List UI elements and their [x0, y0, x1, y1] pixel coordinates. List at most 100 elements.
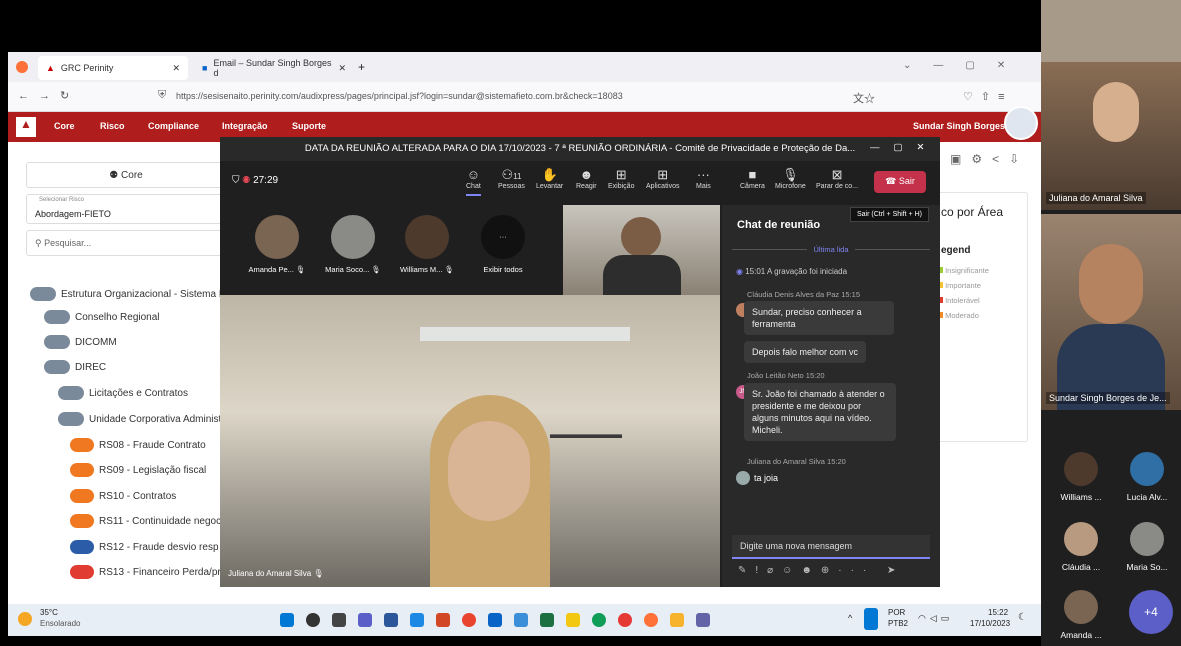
nav-buttons[interactable]: ←→↻ [18, 89, 79, 102]
system-tray-icons[interactable]: ◠◁▭ [918, 613, 953, 624]
participant-thumb[interactable]: Lucia Alv... [1117, 452, 1177, 502]
taskview-icon[interactable] [332, 613, 346, 627]
tree-item[interactable]: Licitações e Contratos [58, 386, 188, 400]
risk-item[interactable]: RS09 - Legislação fiscal [70, 463, 206, 477]
app-icon[interactable] [670, 613, 684, 627]
nav-integracao[interactable]: Integração [222, 121, 268, 131]
react-button[interactable]: ☻ Reagir [576, 167, 597, 190]
risk-item[interactable]: RS11 - Continuidade negoc [70, 514, 221, 528]
app-icon[interactable] [384, 613, 398, 627]
tab-email[interactable]: ■ Email – Sundar Singh Borges d ✕ [194, 56, 354, 80]
language[interactable]: POR [888, 608, 905, 617]
window-controls[interactable]: —▢✕ [870, 142, 938, 153]
teams-icon[interactable] [358, 613, 372, 627]
mic-button[interactable]: 🎙︎ Microfone [775, 167, 806, 190]
show-all-button[interactable]: ··· Exibir todos [468, 215, 538, 274]
nav-core[interactable]: Core [54, 121, 75, 131]
tree-item[interactable]: Unidade Corporativa Administ [58, 412, 221, 426]
risk-item[interactable]: RS10 - Contratos [70, 489, 176, 503]
org-icon: ⚉ [109, 170, 122, 181]
tree-item[interactable]: DIREC [44, 360, 106, 374]
core-button[interactable]: ⚉ Core [26, 162, 226, 188]
camera-button[interactable]: ■ Câmera [740, 167, 765, 190]
speaker-video[interactable] [563, 205, 720, 295]
start-icon[interactable] [280, 613, 294, 627]
close-tab-icon[interactable]: ✕ [338, 63, 346, 74]
user-name[interactable]: Sundar Singh Borges ... [913, 121, 1015, 131]
clock-time[interactable]: 15:22 [988, 608, 1008, 617]
risk-icon [70, 514, 94, 528]
new-tab-button[interactable]: + [358, 60, 365, 74]
mic-off-icon: 🎙︎ [313, 569, 324, 578]
apps-button[interactable]: ⊞ Aplicativos [646, 167, 679, 190]
participant-thumb[interactable]: Cláudia ... [1051, 522, 1111, 572]
risk-item[interactable]: RS13 - Financeiro Perda/pr [70, 565, 221, 579]
chrome-icon[interactable] [618, 613, 632, 627]
compose-tools[interactable]: ✎!⌀☺☻⊕··· ➤ [738, 565, 904, 576]
nav-risco[interactable]: Risco [100, 121, 125, 131]
opera-icon[interactable] [462, 613, 476, 627]
app-icon[interactable] [514, 613, 528, 627]
toolbar-icons[interactable]: ♡⇧≡ [963, 90, 1013, 103]
search-input[interactable]: ⚲ Pesquisar... [26, 230, 226, 256]
risk-item[interactable]: RS12 - Fraude desvio resp [70, 540, 219, 554]
mic-off-icon: 🎙︎ [371, 265, 381, 274]
excel-icon[interactable] [540, 613, 554, 627]
powerpoint-icon[interactable] [436, 613, 450, 627]
tab-grc[interactable]: ▲ GRC Perinity ✕ [38, 56, 188, 80]
teams-icon[interactable] [696, 613, 710, 627]
user-avatar[interactable] [1004, 106, 1038, 140]
nav-suporte[interactable]: Suporte [292, 121, 326, 131]
more-icon: ··· [481, 215, 525, 259]
outlook-icon: ■ [202, 63, 208, 73]
notification-icon[interactable]: ☾ [1018, 612, 1027, 623]
side-icons[interactable]: ▣⚙<⇩ [950, 152, 1029, 166]
message-input[interactable]: Digite uma nova mensagem [732, 535, 930, 559]
nav-compliance[interactable]: Compliance [148, 121, 199, 131]
risk-icon [70, 463, 94, 477]
participant-tile[interactable]: Williams M... 🎙︎ [392, 215, 462, 274]
chat-icon: ☺ [466, 167, 481, 182]
chevron-up-icon[interactable]: ^ [848, 613, 852, 623]
window-controls[interactable]: ⌄—▢✕ [903, 60, 1027, 71]
edge-icon[interactable] [592, 613, 606, 627]
more-button[interactable]: ··· Mais [696, 167, 711, 190]
tree-item[interactable]: Conselho Regional [44, 310, 160, 324]
participant-tile[interactable]: Maria Soco... 🎙︎ [318, 215, 388, 274]
people-button[interactable]: ⚇11 Pessoas [498, 167, 525, 190]
translate-icon[interactable]: 文☆ [853, 90, 875, 106]
leave-tooltip: Sair (Ctrl + Shift + H) [850, 207, 929, 222]
view-button[interactable]: ⊞ Exibição [608, 167, 634, 190]
participant-thumb[interactable]: Amanda ... [1051, 590, 1111, 640]
video-tile[interactable]: Sundar Singh Borges de Je... [1041, 214, 1181, 410]
weather[interactable]: Ensolarado [40, 619, 80, 628]
close-tab-icon[interactable]: ✕ [172, 63, 180, 74]
temperature[interactable]: 35°C [40, 608, 58, 617]
tree-item[interactable]: DICOMM [44, 335, 117, 349]
participant-thumb[interactable]: Maria So... [1117, 522, 1177, 572]
tree-item[interactable]: Estrutura Organizacional - Sistema F [30, 287, 225, 301]
raise-hand-button[interactable]: ✋ Levantar [536, 167, 563, 190]
main-video[interactable]: ▬▬▬▬▬▬ Juliana do Amaral Silva 🎙︎ [220, 295, 720, 587]
risk-select[interactable]: Selecionar Risco Abordagem-FIETO [26, 194, 226, 224]
avatar [1064, 590, 1098, 624]
outlook-icon[interactable] [488, 613, 502, 627]
stop-share-button[interactable]: ⊠ Parar de co... [816, 167, 858, 190]
chat-button[interactable]: ☺ Chat [466, 167, 481, 196]
person-video [1093, 82, 1139, 142]
explorer-icon[interactable] [566, 613, 580, 627]
participant-thumb[interactable]: Williams ... [1051, 452, 1111, 502]
keyboard-layout[interactable]: PTB2 [888, 619, 908, 628]
clock-date[interactable]: 17/10/2023 [970, 619, 1010, 628]
more-participants-button[interactable]: +4 [1129, 590, 1173, 634]
word-icon[interactable] [410, 613, 424, 627]
url-field[interactable]: https://sesisenaito.perinity.com/audixpr… [176, 88, 796, 106]
search-icon[interactable] [306, 613, 320, 627]
video-tile[interactable]: Juliana do Amaral Silva [1041, 62, 1181, 210]
microphone-icon[interactable] [864, 608, 878, 630]
firefox-icon[interactable] [644, 613, 658, 627]
apps-icon: ⊞ [657, 167, 669, 182]
leave-button[interactable]: ☎ Sair [874, 171, 926, 193]
risk-item[interactable]: RS08 - Fraude Contrato [70, 438, 206, 452]
participant-tile[interactable]: Amanda Pe... 🎙︎ [242, 215, 312, 274]
